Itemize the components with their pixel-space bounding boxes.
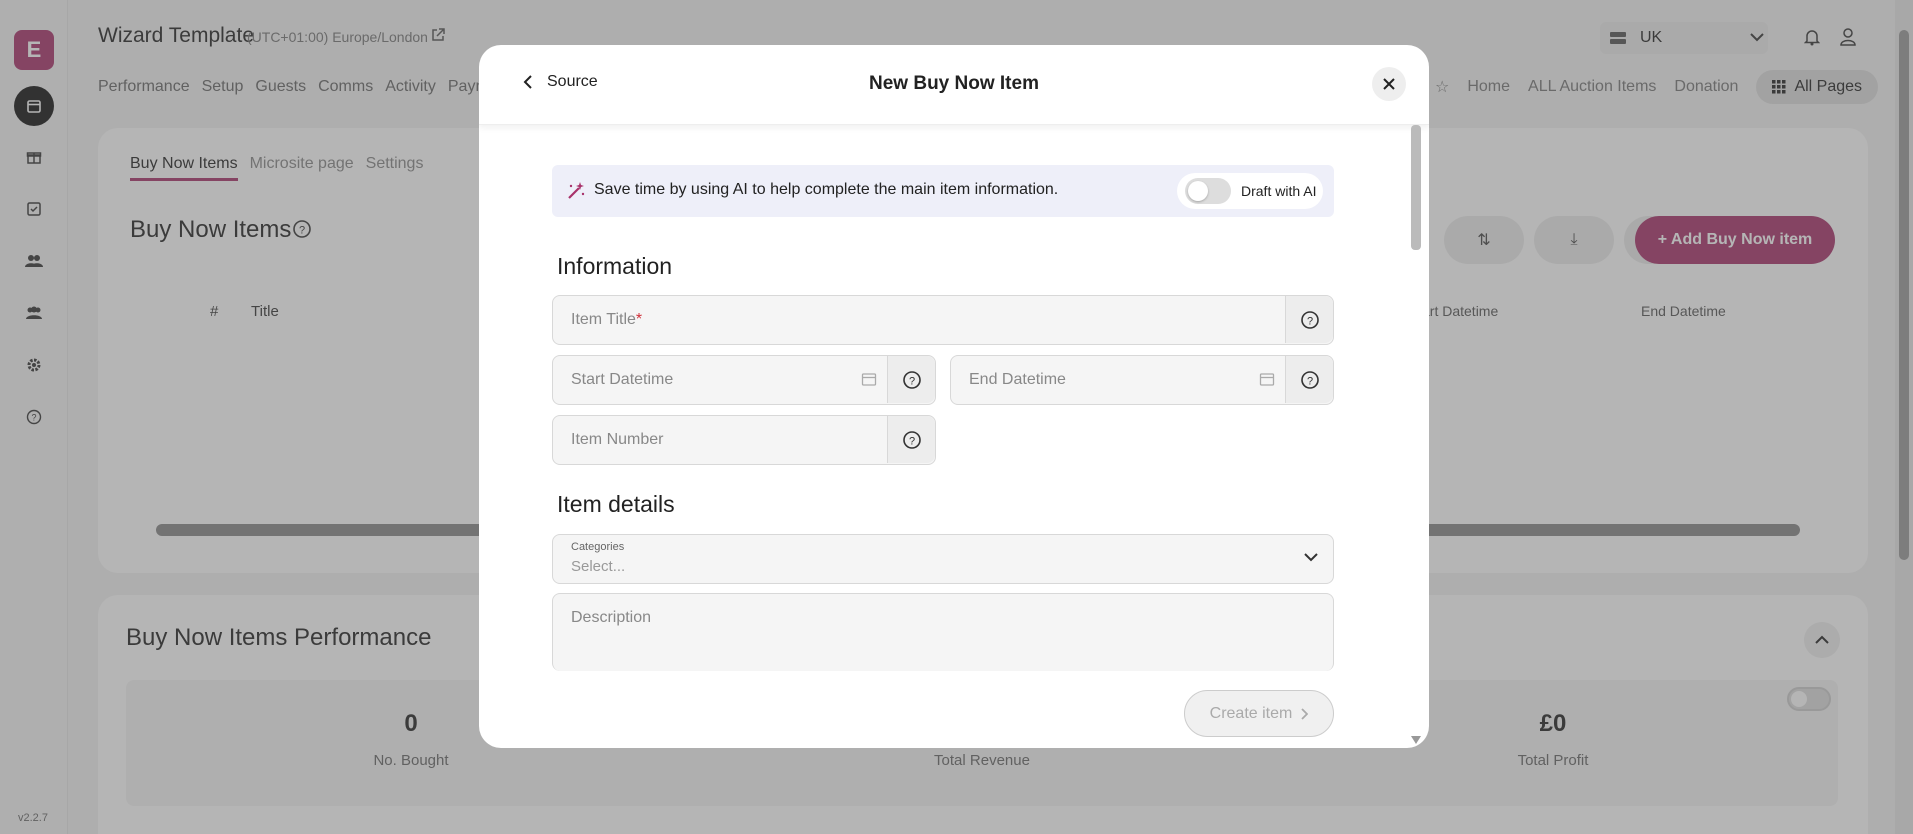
categories-label: Categories: [571, 541, 625, 553]
svg-text:?: ?: [1306, 375, 1312, 387]
section-information: Information: [557, 253, 673, 279]
toggle-label: Draft with AI: [1241, 183, 1317, 199]
close-button[interactable]: [1372, 67, 1406, 101]
modal-header: Source New Buy Now Item: [479, 45, 1429, 125]
item-number-placeholder: Item Number: [571, 431, 664, 448]
magic-wand-icon: [568, 182, 585, 199]
ai-banner: Save time by using AI to help complete t…: [552, 165, 1334, 217]
chevron-right-icon: [1301, 707, 1309, 720]
svg-text:?: ?: [908, 375, 914, 387]
draft-with-ai-toggle[interactable]: Draft with AI: [1177, 173, 1323, 209]
scrollbar-thumb[interactable]: [1411, 125, 1421, 250]
help-icon[interactable]: ?: [887, 356, 935, 403]
modal-title: New Buy Now Item: [869, 73, 1039, 94]
item-title-field[interactable]: Item Title* ?: [552, 295, 1334, 345]
categories-placeholder: Select...: [571, 558, 626, 575]
item-title-placeholder: Item Title*: [571, 311, 643, 328]
calendar-icon[interactable]: [1259, 371, 1275, 392]
scroll-down-arrow[interactable]: [1411, 731, 1421, 748]
help-icon[interactable]: ?: [1285, 296, 1333, 343]
help-icon[interactable]: ?: [1285, 356, 1333, 403]
ai-banner-text: Save time by using AI to help complete t…: [594, 181, 1059, 198]
calendar-icon[interactable]: [861, 371, 877, 392]
required-marker: *: [635, 311, 643, 328]
description-field[interactable]: Description: [552, 593, 1334, 671]
section-item-details: Item details: [557, 491, 675, 517]
start-datetime-field[interactable]: Start Datetime ?: [552, 355, 936, 405]
modal-scrollbar[interactable]: [1409, 125, 1423, 745]
end-datetime-field[interactable]: End Datetime ?: [950, 355, 1334, 405]
start-datetime-placeholder: Start Datetime: [571, 371, 674, 388]
new-item-modal: Source New Buy Now Item Save time by usi…: [479, 45, 1429, 748]
create-item-label: Create item: [1209, 704, 1293, 722]
create-item-button[interactable]: Create item: [1184, 690, 1334, 737]
svg-text:?: ?: [908, 435, 914, 447]
svg-text:?: ?: [1306, 315, 1312, 327]
item-number-field[interactable]: Item Number ?: [552, 415, 936, 465]
help-icon[interactable]: ?: [887, 416, 935, 463]
toggle-switch[interactable]: [1185, 178, 1231, 204]
close-icon: [1383, 78, 1395, 90]
chevron-down-icon: [1303, 550, 1319, 568]
description-placeholder: Description: [571, 609, 652, 626]
end-datetime-placeholder: End Datetime: [969, 371, 1066, 388]
categories-select[interactable]: Categories Select...: [552, 534, 1334, 584]
